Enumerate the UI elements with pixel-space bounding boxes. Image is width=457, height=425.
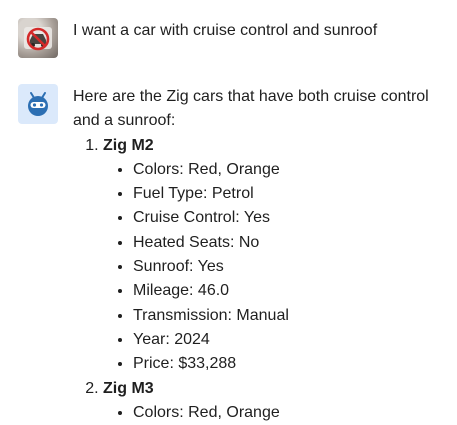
car-property: Heated Seats: No — [133, 231, 449, 255]
bot-message: Here are the Zig cars that have both cru… — [18, 84, 449, 425]
user-message-text: I want a car with cruise control and sun… — [73, 22, 378, 39]
car-property: Transmission: Manual — [133, 304, 449, 328]
car-property: Fuel Type: Petrol — [133, 182, 449, 206]
bot-avatar — [18, 84, 58, 124]
car-property: Year: 2024 — [133, 328, 449, 352]
car-property: Sunroof: Yes — [133, 255, 449, 279]
car-property: Mileage: 46.0 — [133, 279, 449, 303]
car-property: Colors: Red, Orange — [133, 401, 449, 425]
car-property: Colors: Red, Orange — [133, 158, 449, 182]
car-name: Zig M3 — [103, 379, 154, 397]
bot-message-body: Here are the Zig cars that have both cru… — [73, 84, 449, 425]
car-property: Price: $33,288 — [133, 352, 449, 376]
car-name: Zig M2 — [103, 136, 154, 154]
car-property: Cruise Control: Yes — [133, 206, 449, 230]
car-list: Zig M2 Colors: Red, Orange Fuel Type: Pe… — [73, 134, 449, 425]
user-message: I want a car with cruise control and sun… — [18, 18, 449, 58]
car-item: Zig M2 Colors: Red, Orange Fuel Type: Pe… — [103, 134, 449, 377]
user-avatar — [18, 18, 58, 58]
car-item: Zig M3 Colors: Red, Orange — [103, 377, 449, 425]
no-car-icon — [24, 27, 52, 51]
car-properties: Colors: Red, Orange — [103, 401, 449, 425]
bot-intro-text: Here are the Zig cars that have both cru… — [73, 88, 429, 130]
car-properties: Colors: Red, Orange Fuel Type: Petrol Cr… — [103, 158, 449, 377]
robot-icon — [28, 92, 48, 116]
